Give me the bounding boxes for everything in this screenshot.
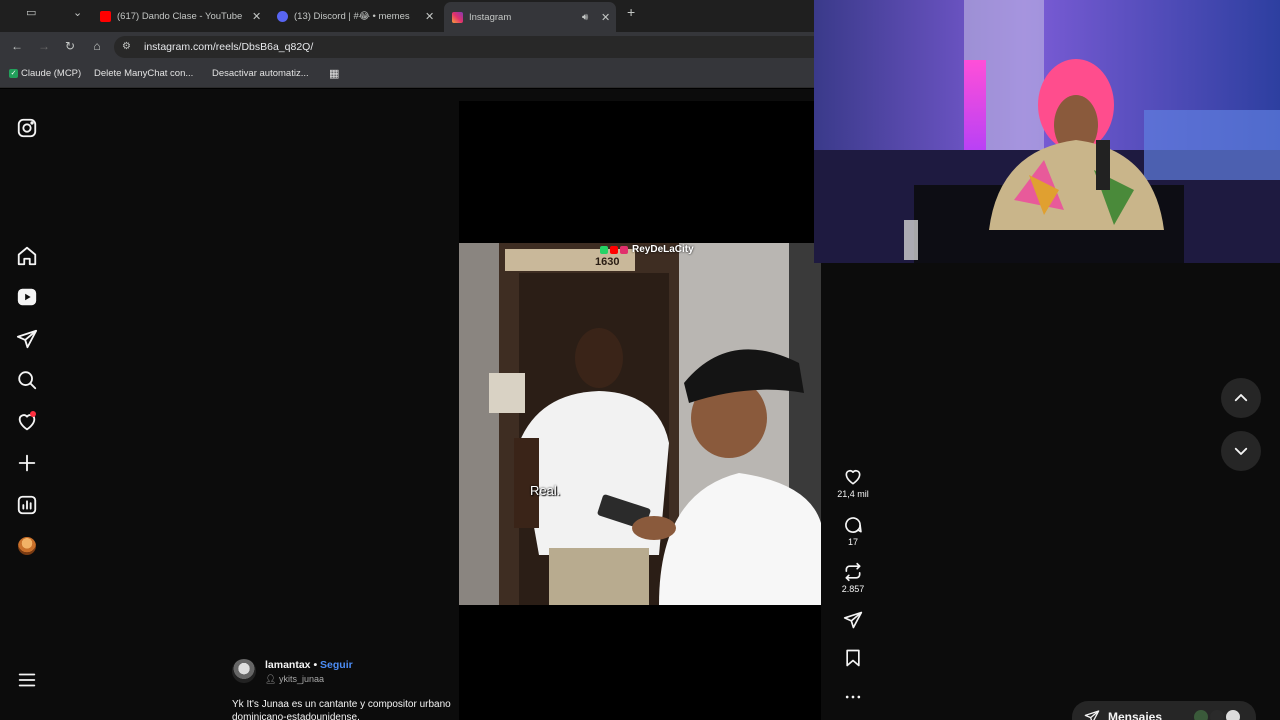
tab-title: Instagram (469, 11, 512, 23)
search-icon[interactable] (16, 369, 38, 391)
youtube-icon (100, 10, 111, 22)
browser-toolbar: ← → ↻ ⌂ ⚙ instagram.com/reels/DbsB6a_q82… (0, 32, 814, 61)
forward-icon[interactable]: → (37, 39, 51, 53)
video-subtitle: Real. (530, 483, 561, 498)
avatar[interactable] (18, 537, 36, 555)
reel-caption: Yk It's Junaa es un cantante y composito… (232, 699, 451, 720)
url-text: instagram.com/reels/DbsB6a_q82Q/ (144, 41, 314, 53)
close-tab-icon[interactable]: ✕ (252, 10, 261, 23)
watermark-text: ReyDeLaCity (632, 244, 694, 255)
paper-plane-icon (1084, 710, 1100, 720)
comment-count: 17 (847, 537, 858, 547)
checkmark-icon: ✓ (9, 69, 18, 78)
close-tab-icon[interactable]: ✕ (425, 10, 434, 23)
author-line: lamantax • Seguir (265, 659, 353, 671)
new-tab-icon[interactable]: + (627, 4, 635, 20)
author-username[interactable]: lamantax (265, 659, 311, 671)
tab-instagram[interactable]: Instagram 🔊︎ ✕ (444, 2, 616, 32)
more-dots-icon (845, 695, 861, 699)
person-icon: 👤︎ (265, 674, 277, 684)
audio-line[interactable]: 👤︎ ykits_junaa (265, 674, 324, 685)
comment-icon (845, 517, 862, 533)
next-reel-button[interactable] (1221, 431, 1261, 471)
message-avatar (1226, 710, 1240, 720)
site-info-icon[interactable]: ⚙ (122, 41, 131, 52)
tab-discord[interactable]: (13) Discord | #😂 • memes ✕ (277, 4, 437, 28)
message-avatar (1210, 710, 1224, 720)
streamer-webcam (814, 0, 1280, 263)
bookmark-label: Claude (MCP) (21, 68, 82, 79)
separator-dot: • (310, 659, 321, 671)
reel-video[interactable]: 1630 (459, 243, 821, 605)
message-avatar (1194, 710, 1208, 720)
previous-reel-button[interactable] (1221, 378, 1261, 418)
repost-icon (845, 562, 861, 582)
discord-icon (277, 10, 288, 22)
bookmark-desactivar[interactable]: Desactivar automatiz... (212, 68, 309, 79)
heart-icon (845, 469, 861, 485)
tab-youtube[interactable]: (617) Dando Clase - YouTube ✕ (100, 4, 265, 28)
bookmark-label: Delete ManyChat con... (94, 68, 194, 79)
apps-grid-icon[interactable]: ▦ (329, 67, 339, 80)
repost-button[interactable]: 2.857 (832, 562, 874, 594)
bookmarks-bar: ✓ Claude (MCP) Delete ManyChat con... De… (0, 61, 814, 88)
browser-tab-bar: ▭ ⌄ (617) Dando Clase - YouTube ✕ (13) D… (0, 0, 814, 32)
tab-title: (617) Dando Clase - YouTube (117, 10, 243, 22)
messages-drawer[interactable]: Mensajes (1072, 701, 1256, 720)
like-count: 21,4 mil (837, 489, 869, 499)
reel-watermark: ReyDeLaCity (600, 244, 694, 255)
tab-title: (13) Discord | #😂 • memes (294, 10, 410, 22)
speaker-icon[interactable]: 🔊︎ (582, 12, 588, 23)
bookmark-label: Desactivar automatiz... (212, 68, 309, 79)
chevron-down-icon (1234, 447, 1248, 455)
repost-count: 2.857 (841, 584, 865, 594)
comment-button[interactable]: 17 (832, 515, 874, 547)
home-icon[interactable] (16, 245, 38, 267)
audio-name: ykits_junaa (278, 674, 324, 684)
plus-icon[interactable] (16, 452, 38, 474)
back-icon[interactable]: ← (10, 39, 24, 53)
author-avatar[interactable] (232, 659, 256, 683)
menu-icon[interactable] (16, 669, 38, 691)
share-button[interactable] (832, 610, 874, 630)
reload-icon[interactable]: ↻ (63, 39, 77, 53)
paper-plane-icon[interactable] (16, 328, 38, 350)
tab-groups-icon[interactable]: ▭ (26, 6, 36, 19)
tab-search-chevron-icon[interactable]: ⌄ (73, 6, 82, 19)
video-frame-illustration: 1630 (459, 243, 821, 605)
notification-dot (30, 411, 36, 417)
save-button[interactable] (832, 648, 874, 668)
bookmark-delete-manychat[interactable]: Delete ManyChat con... (94, 68, 193, 79)
chart-icon[interactable] (16, 494, 38, 516)
door-number: 1630 (595, 256, 619, 268)
close-tab-icon[interactable]: ✕ (601, 11, 610, 24)
instagram-favicon-icon (452, 11, 463, 23)
messages-label: Mensajes (1108, 710, 1163, 720)
reels-icon[interactable] (16, 286, 38, 308)
chevron-up-icon (1234, 394, 1248, 402)
webcam-illustration (814, 0, 1280, 263)
home-button-icon[interactable]: ⌂ (90, 39, 104, 53)
address-bar[interactable]: ⚙ instagram.com/reels/DbsB6a_q82Q/ (114, 36, 814, 58)
bookmark-icon (846, 649, 860, 667)
more-options-button[interactable] (832, 687, 874, 707)
bookmark-claude[interactable]: ✓ Claude (MCP) (9, 68, 81, 79)
social-icons (600, 245, 628, 254)
like-button[interactable]: 21,4 mil (832, 467, 874, 499)
paper-plane-icon (843, 611, 863, 629)
follow-button[interactable]: Seguir (320, 659, 353, 671)
instagram-icon[interactable] (16, 117, 38, 139)
